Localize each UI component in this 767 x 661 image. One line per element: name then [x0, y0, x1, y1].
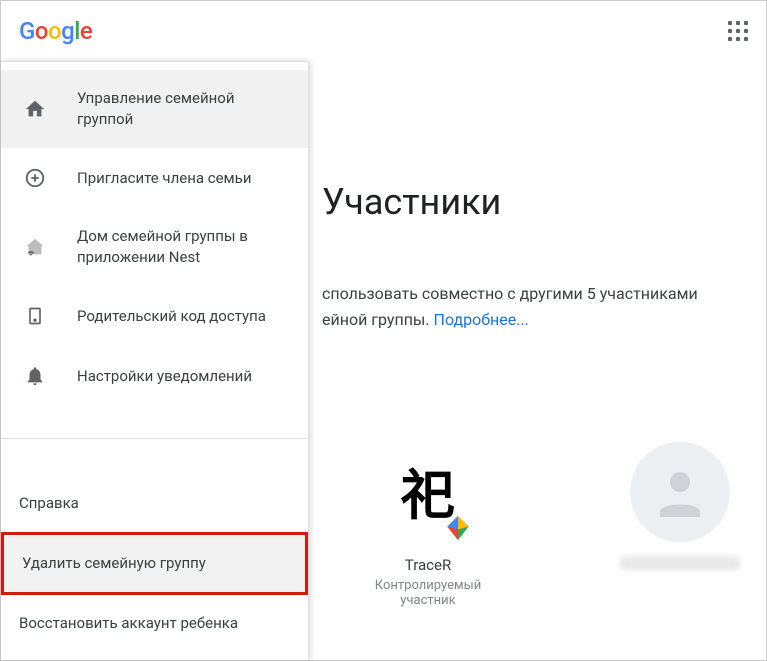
member-name-hidden: [620, 556, 740, 570]
member-role: Контролируемый участник: [362, 578, 494, 608]
learn-more-link[interactable]: Подробнее...: [434, 310, 529, 329]
bell-icon: [23, 364, 47, 388]
sidebar-item-help[interactable]: Справка: [1, 475, 308, 532]
page-title: Участники: [322, 181, 746, 223]
person-icon: [650, 462, 710, 522]
member-name: TraceR: [362, 556, 494, 574]
family-link-badge-icon: [442, 512, 474, 544]
avatar: [630, 442, 730, 542]
apps-grid-icon[interactable]: [726, 19, 750, 43]
sidebar-item-label: Дом семейной группы в приложении Nest: [77, 226, 290, 268]
sidebar-item-invite[interactable]: Пригласите члена семьи: [1, 148, 308, 208]
google-logo[interactable]: Google: [19, 17, 92, 45]
add-circle-icon: [23, 166, 47, 190]
sidebar-item-label: Родительский код доступа: [77, 306, 266, 327]
sidebar-item-label: Удалить семейную группу: [22, 553, 206, 574]
sidebar-item-label: Управление семейной группой: [77, 88, 290, 130]
sidebar-bottom-nav: Справка Удалить семейную группу Восстано…: [1, 475, 308, 660]
sidebar-item-label: Пригласите члена семьи: [77, 168, 251, 189]
avatar: 祀: [378, 442, 478, 542]
page-description: спользовать совместно с другими 5 участн…: [322, 281, 746, 332]
header: Google: [1, 1, 766, 61]
member-card[interactable]: 祀 TraceR Контролируемый участник: [362, 442, 494, 608]
sidebar-item-label: Настройки уведомлений: [77, 366, 252, 387]
sidebar-item-notifications[interactable]: Настройки уведомлений: [1, 346, 308, 406]
sidebar-item-label: Справка: [19, 493, 79, 514]
members-list: 祀 TraceR Контролируемый участник: [322, 442, 746, 608]
nest-home-icon: [23, 235, 47, 259]
home-icon: [23, 97, 47, 121]
sidebar-item-delete-family[interactable]: Удалить семейную группу: [1, 532, 308, 595]
sidebar-item-parental-code[interactable]: Родительский код доступа: [1, 286, 308, 346]
sidebar-item-nest[interactable]: Дом семейной группы в приложении Nest: [1, 208, 308, 286]
member-card[interactable]: [614, 442, 746, 608]
sidebar-item-restore-child[interactable]: Восстановить аккаунт ребенка: [1, 595, 308, 652]
sidebar-item-manage-family[interactable]: Управление семейной группой: [1, 70, 308, 148]
sidebar-item-label: Восстановить аккаунт ребенка: [19, 613, 238, 634]
sidebar: Управление семейной группой Пригласите ч…: [1, 61, 308, 660]
device-icon: [23, 304, 47, 328]
main-content: Участники спользовать совместно с другим…: [308, 61, 766, 660]
sidebar-nav: Управление семейной группой Пригласите ч…: [1, 62, 308, 418]
